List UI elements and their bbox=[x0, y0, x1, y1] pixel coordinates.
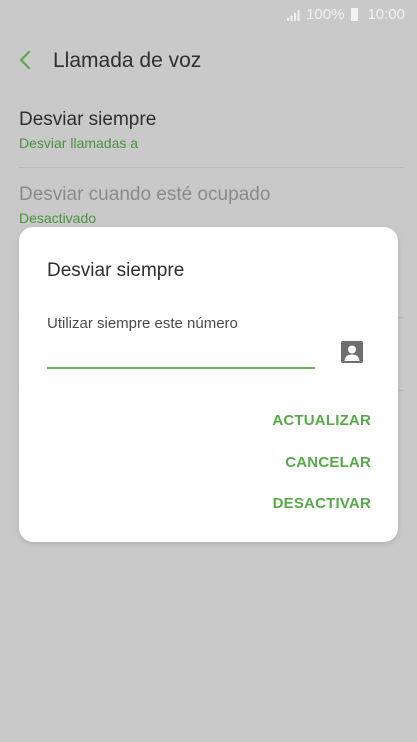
list-item-forward-busy[interactable]: Desviar cuando esté ocupado Desactivado bbox=[0, 174, 417, 228]
battery-icon bbox=[351, 8, 359, 21]
status-bar: 100% 10:00 bbox=[0, 0, 417, 30]
number-field-label: Utilizar siempre este número bbox=[47, 315, 238, 332]
update-button[interactable]: ACTUALIZAR bbox=[272, 412, 371, 429]
list-item-subtitle: Desactivado bbox=[19, 210, 97, 226]
list-item-subtitle: Desviar llamadas a bbox=[19, 135, 139, 151]
battery-percentage: 100% bbox=[306, 6, 345, 23]
app-bar: Llamada de voz bbox=[0, 40, 417, 84]
list-item-title: Desviar cuando esté ocupado bbox=[19, 184, 271, 205]
number-input[interactable] bbox=[47, 343, 315, 369]
dialog-title: Desviar siempre bbox=[47, 260, 185, 281]
divider bbox=[18, 167, 404, 168]
forward-dialog: Desviar siempre Utilizar siempre este nú… bbox=[19, 227, 398, 542]
cancel-button[interactable]: CANCELAR bbox=[285, 454, 371, 471]
page-title: Llamada de voz bbox=[53, 49, 202, 72]
deactivate-button[interactable]: DESACTIVAR bbox=[273, 495, 371, 512]
signal-icon bbox=[287, 9, 300, 21]
list-item-always-forward[interactable]: Desviar siempre Desviar llamadas a bbox=[0, 100, 417, 164]
contact-icon[interactable] bbox=[340, 340, 364, 364]
clock: 10:00 bbox=[367, 6, 405, 23]
chevron-left-icon[interactable] bbox=[14, 48, 38, 72]
status-indicators: 100% 10:00 bbox=[287, 6, 405, 23]
list-item-title: Desviar siempre bbox=[19, 109, 157, 130]
